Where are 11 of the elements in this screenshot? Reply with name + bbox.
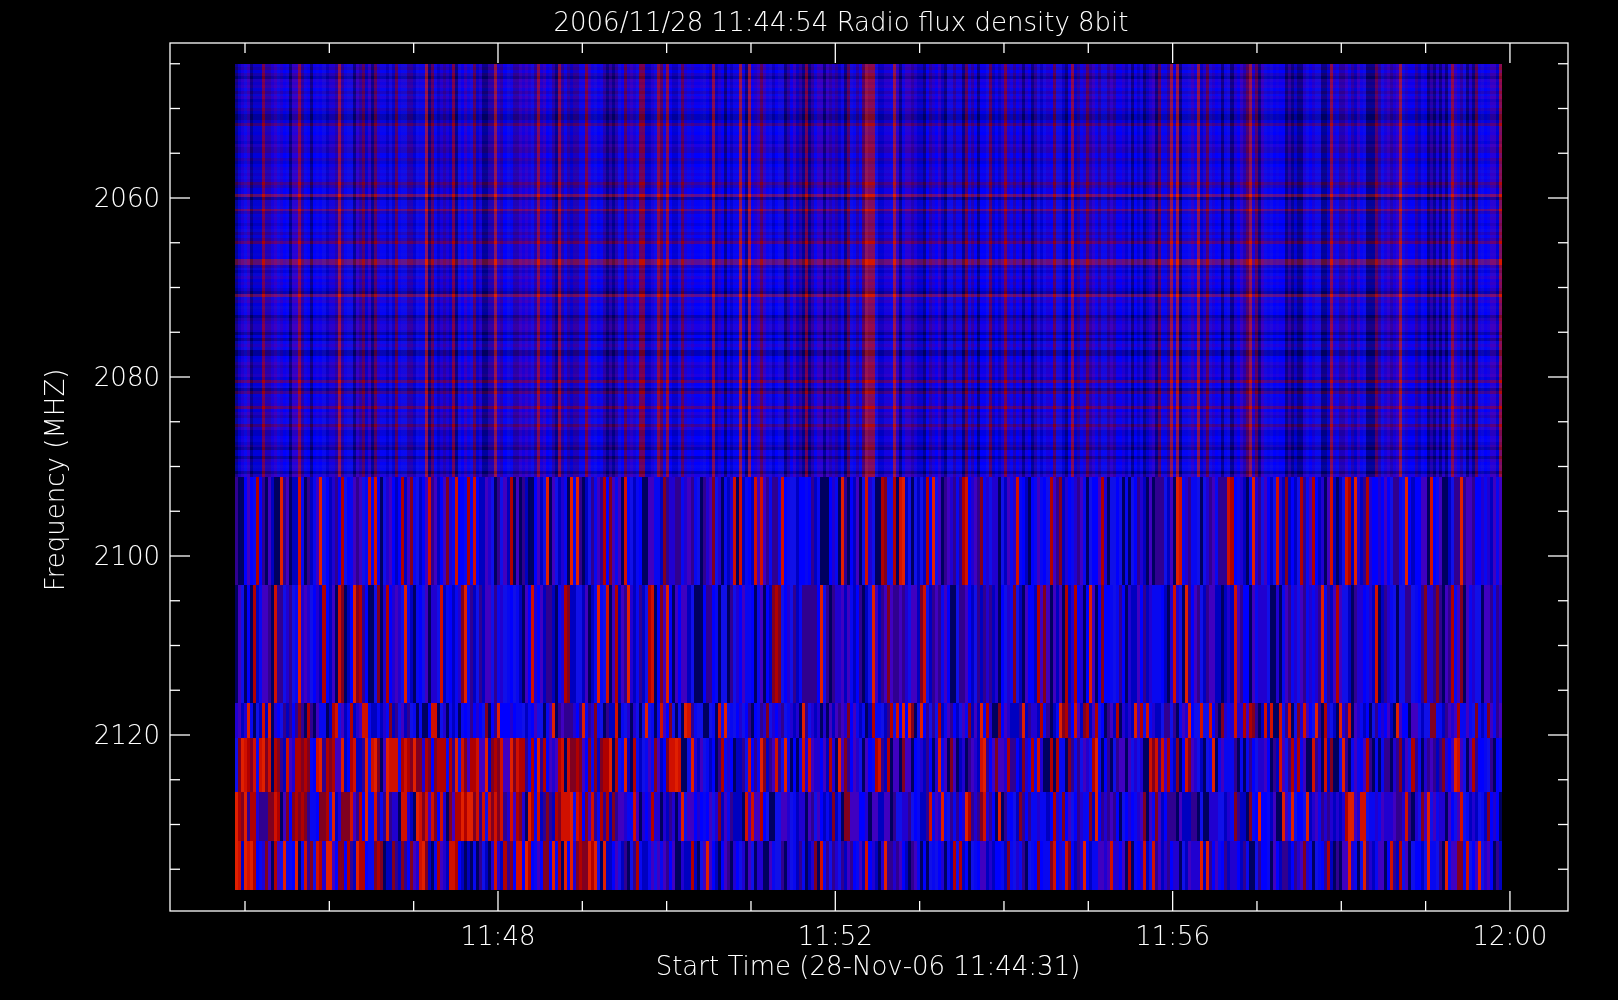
y-axis-label: Frequency (MHZ) <box>40 368 70 592</box>
y-tick-label: 2100 <box>93 541 160 571</box>
x-tick-label: 11:48 <box>460 921 536 951</box>
x-axis-label: Start Time (28-Nov-06 11:44:31) <box>655 951 1081 981</box>
y-tick-label: 2060 <box>93 183 160 213</box>
y-tick-label: 2120 <box>93 720 160 750</box>
plot-title: 2006/11/28 11:44:54 Radio flux density 8bit <box>553 7 1129 37</box>
y-tick-label: 2080 <box>93 362 160 392</box>
x-tick-label: 12:00 <box>1472 921 1548 951</box>
x-tick-label: 11:52 <box>797 921 873 951</box>
x-tick-label: 11:56 <box>1135 921 1211 951</box>
